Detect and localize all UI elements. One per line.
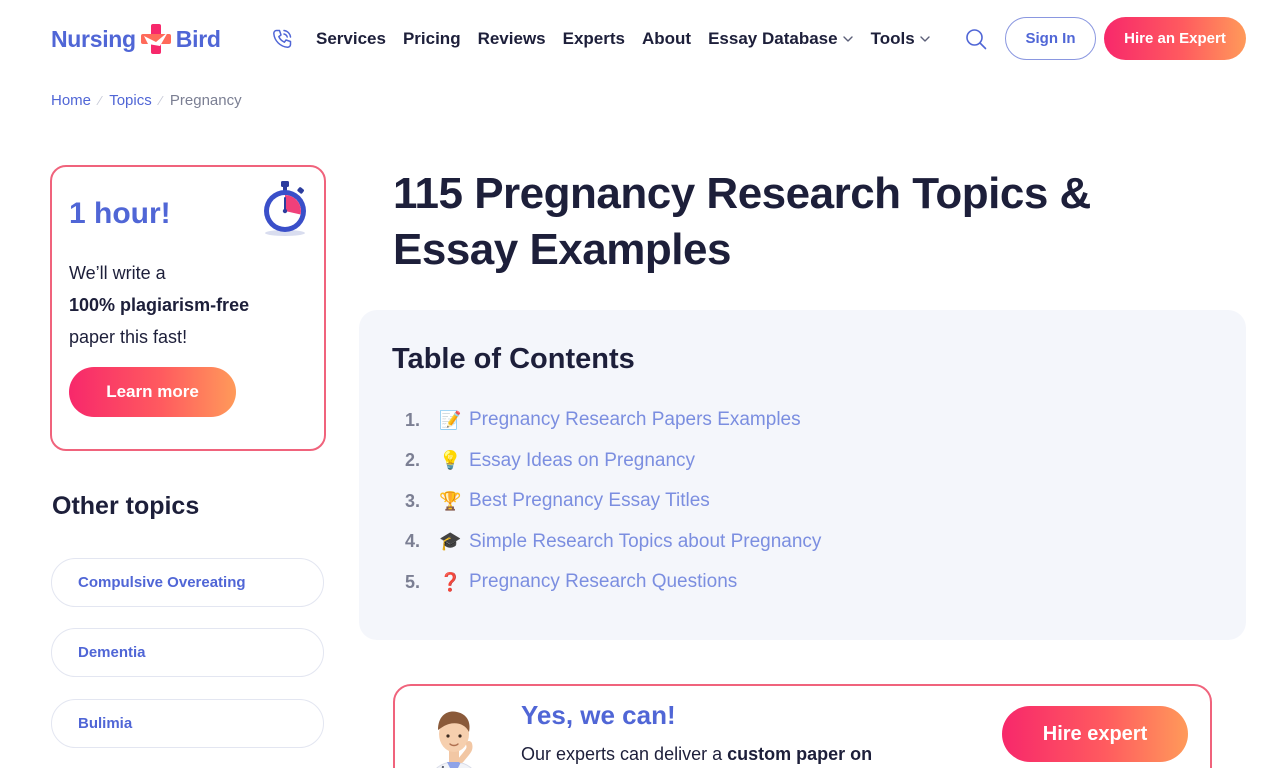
cta-text-bold: custom paper on — [727, 744, 873, 764]
promo-title: 1 hour! — [69, 197, 171, 230]
sign-in-button[interactable]: Sign In — [1005, 17, 1096, 60]
toc-item: 3. 🏆 Best Pregnancy Essay Titles — [405, 487, 821, 515]
promo-line-1: We’ll write a — [69, 263, 166, 283]
promo-line-3: paper this fast! — [69, 327, 188, 347]
nav-tools[interactable]: Tools — [871, 27, 931, 51]
cta-title: Yes, we can! — [521, 700, 676, 730]
chevron-down-icon — [919, 36, 930, 42]
topic-link[interactable]: Bulimia — [51, 699, 324, 748]
nav-about[interactable]: About — [642, 27, 691, 51]
table-of-contents: Table of Contents 1. 📝 Pregnancy Researc… — [359, 310, 1246, 640]
main-nav: Services Pricing Reviews Experts About E… — [316, 27, 948, 51]
trophy-icon: 🏆 — [439, 490, 462, 511]
toc-number: 5. — [405, 571, 421, 592]
hire-an-expert-button[interactable]: Hire an Expert — [1104, 17, 1246, 60]
logo-text-left: Nursing — [51, 25, 136, 52]
toc-number: 3. — [405, 490, 421, 511]
hire-expert-card: Yes, we can! Our experts can deliver a c… — [393, 684, 1212, 768]
toc-number: 1. — [405, 409, 421, 430]
nav-label: Essay Database — [708, 29, 838, 48]
promo-line-2: 100% plagiarism-free — [69, 295, 250, 315]
toc-number: 2. — [405, 450, 421, 470]
toc-number: 4. — [405, 531, 421, 551]
toc-item: 4. 🎓 Simple Research Topics about Pregna… — [405, 528, 821, 556]
breadcrumb-separator: ⁄ — [159, 92, 162, 108]
logo-text-right: Bird — [175, 25, 221, 52]
graduation-cap-icon: 🎓 — [439, 531, 462, 551]
toc-item: 1. 📝 Pregnancy Research Papers Examples — [405, 406, 821, 434]
nav-label: Experts — [562, 29, 625, 48]
search-icon[interactable] — [964, 27, 988, 51]
page-title: 115 Pregnancy Research Topics & Essay Ex… — [393, 169, 1091, 274]
cta-text: Our experts can deliver a custom paper o… — [521, 744, 872, 765]
toc-title: Table of Contents — [392, 343, 635, 375]
breadcrumb: Home ⁄ Topics ⁄ Pregnancy — [51, 90, 242, 110]
breadcrumb-home[interactable]: Home — [51, 92, 91, 109]
promo-text: We’ll write a 100% plagiarism-free paper… — [69, 257, 309, 353]
site-header: Nursing Bird Services Pricing Reviews Ex… — [0, 0, 1280, 78]
toc-link[interactable]: Essay Ideas on Pregnancy — [469, 450, 695, 472]
promo-card: 1 hour! We’ll write a 100% plagiarism-fr… — [50, 165, 326, 451]
bird-logo-icon — [140, 24, 171, 54]
hire-expert-button[interactable]: Hire expert — [1002, 706, 1188, 762]
topic-link[interactable]: Compulsive Overeating — [51, 558, 324, 607]
nav-pricing[interactable]: Pricing — [403, 27, 461, 51]
chevron-down-icon — [842, 36, 853, 42]
nav-essay-database[interactable]: Essay Database — [708, 27, 853, 51]
nav-label: Tools — [870, 29, 915, 48]
toc-list: 1. 📝 Pregnancy Research Papers Examples … — [405, 406, 821, 609]
question-mark-icon: ❓ — [439, 571, 462, 592]
toc-link[interactable]: Simple Research Topics about Pregnancy — [469, 531, 821, 553]
nav-services[interactable]: Services — [316, 27, 386, 51]
nav-reviews[interactable]: Reviews — [478, 27, 546, 51]
learn-more-button[interactable]: Learn more — [69, 367, 236, 417]
nav-label: Pricing — [402, 29, 461, 48]
memo-icon: 📝 — [439, 409, 462, 430]
nav-label: About — [642, 29, 692, 48]
nav-label: Reviews — [477, 29, 546, 48]
other-topics-heading: Other topics — [52, 492, 200, 520]
site-logo[interactable]: Nursing Bird — [51, 22, 221, 56]
toc-item: 5. ❓ Pregnancy Research Questions — [405, 568, 821, 596]
nav-experts[interactable]: Experts — [563, 27, 625, 51]
toc-link[interactable]: Best Pregnancy Essay Titles — [469, 490, 710, 512]
nav-label: Services — [316, 29, 386, 48]
light-bulb-icon: 💡 — [439, 450, 462, 470]
toc-item: 2. 💡 Essay Ideas on Pregnancy — [405, 447, 821, 475]
breadcrumb-topics[interactable]: Topics — [109, 92, 152, 109]
toc-link[interactable]: Pregnancy Research Papers Examples — [469, 409, 801, 431]
breadcrumb-separator: ⁄ — [99, 92, 102, 108]
cta-text-plain: Our experts can deliver a — [521, 744, 728, 764]
phone-icon[interactable] — [270, 27, 294, 51]
breadcrumb-current: Pregnancy — [169, 91, 242, 109]
doctor-illustration-icon — [436, 711, 473, 768]
topic-link[interactable]: Dementia — [51, 628, 324, 677]
stopwatch-icon — [264, 181, 306, 236]
toc-link[interactable]: Pregnancy Research Questions — [469, 571, 737, 593]
